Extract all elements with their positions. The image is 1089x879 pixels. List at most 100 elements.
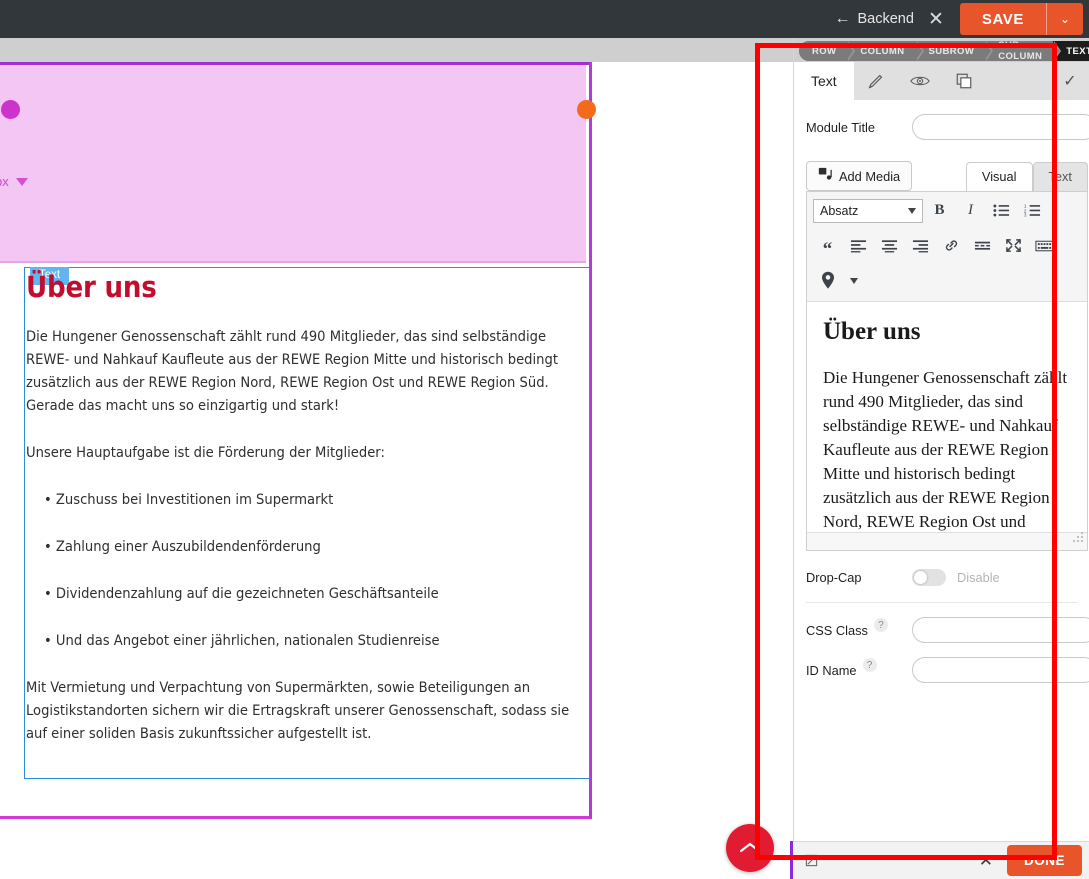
resize-icon[interactable] [800, 854, 822, 867]
editor-heading: Über uns [823, 318, 921, 345]
drop-cap-row: Drop-Cap Disable [794, 551, 1089, 586]
align-center-icon[interactable] [875, 232, 904, 259]
css-class-label-text: CSS Class [806, 622, 868, 638]
save-group: SAVE ⌄ [959, 3, 1083, 35]
admin-topbar: ← Backend ✕ SAVE ⌄ [0, 0, 1089, 38]
canvas-paragraph-3: Mit Vermietung und Verpachtung von Super… [26, 679, 570, 742]
id-name-label-text: ID Name [806, 662, 857, 678]
id-name-row: ID Name ? [794, 643, 1089, 683]
media-icon [818, 167, 833, 185]
page-canvas[interactable]: px Text Über uns Die Hungener Genossensc… [0, 38, 793, 879]
breadcrumb-item-subrow[interactable]: SUBROW [915, 41, 993, 61]
close-icon[interactable]: ✕ [979, 851, 993, 871]
pin-dropdown-caret[interactable] [844, 267, 864, 294]
panel-tab-strip: Text ✓ [794, 62, 1089, 100]
px-unit-label: px [0, 174, 9, 189]
bold-icon[interactable]: B [925, 197, 954, 224]
id-name-label: ID Name ? [806, 658, 912, 678]
module-title-label: Module Title [806, 119, 875, 135]
drop-cap-label: Drop-Cap [806, 570, 862, 585]
canvas-bottom-area [0, 841, 793, 879]
canvas-paragraph-2: Unsere Hauptaufgabe ist die Förderung de… [26, 444, 385, 461]
tab-text-mode[interactable]: Text [1032, 162, 1088, 191]
wysiwyg-editor[interactable]: Absatz B I 1 2 3 “ Über uns Die Hungener… [806, 191, 1088, 551]
pink-block-rule [0, 261, 586, 263]
scroll-to-top-button[interactable] [726, 824, 774, 872]
add-media-label: Add Media [839, 168, 901, 184]
format-select-value: Absatz [820, 203, 859, 218]
canvas-heading: Über uns [26, 270, 157, 304]
css-class-input[interactable] [912, 617, 1089, 643]
italic-icon[interactable]: I [956, 197, 985, 224]
editor-resize-grip-icon[interactable] [1072, 530, 1084, 548]
module-settings-panel: ROW COLUMN SUBROW SUB COLUMN TEXT Text [793, 38, 1089, 879]
module-title-row: Module Title [794, 100, 1089, 140]
keyboard-shortcuts-icon[interactable] [1030, 232, 1059, 259]
toggle-knob [914, 571, 927, 584]
module-title-input[interactable] [912, 114, 1089, 140]
confirm-check-icon[interactable]: ✓ [1050, 62, 1089, 100]
format-select[interactable]: Absatz [813, 198, 923, 223]
blockquote-icon[interactable]: “ [813, 228, 842, 263]
close-icon[interactable]: ✕ [928, 10, 944, 29]
editor-toolbar-row-2: “ [813, 228, 1081, 263]
editor-toolbar-row-3 [813, 267, 1081, 294]
backend-label: Backend [857, 11, 914, 27]
svg-text:3: 3 [1024, 213, 1027, 218]
id-name-input[interactable] [912, 657, 1089, 683]
canvas-body-text: Die Hungener Genossenschaft zählt rund 4… [26, 325, 578, 769]
panel-tab-spacer [986, 62, 1050, 100]
editor-content-area[interactable]: Über uns Die Hungener Genossenschaft zäh… [807, 302, 1087, 532]
list-item: Zuschuss bei Investitionen im Supermarkt [44, 488, 578, 511]
duplicate-icon[interactable] [942, 62, 986, 100]
back-arrow-icon: ← [834, 10, 851, 27]
canvas-paragraph-1: Die Hungener Genossenschaft zählt rund 4… [26, 328, 558, 414]
pink-spacer-block[interactable] [0, 65, 586, 261]
help-icon[interactable]: ? [862, 658, 877, 672]
breadcrumb-item-row[interactable]: ROW [799, 41, 856, 61]
drop-cap-state-label: Disable [957, 570, 1000, 585]
chevron-down-icon [15, 177, 28, 186]
chevron-down-icon [850, 277, 858, 284]
chevron-down-icon[interactable]: ⌄ [1046, 3, 1083, 35]
read-more-icon[interactable] [968, 232, 997, 259]
breadcrumb-item-column[interactable]: COLUMN [847, 41, 924, 61]
fullscreen-icon[interactable] [999, 232, 1028, 259]
help-icon[interactable]: ? [873, 618, 888, 632]
breadcrumb-pill: ROW COLUMN SUBROW SUB COLUMN TEXT [799, 41, 1089, 61]
list-item: Und das Angebot einer jährlichen, nation… [44, 629, 578, 652]
canvas-bullet-list: Zuschuss bei Investitionen im Supermarkt… [26, 488, 578, 652]
list-item: Zahlung einer Auszubildendenförderung [44, 535, 578, 558]
eye-icon[interactable] [898, 62, 942, 100]
editor-statusbar [807, 532, 1087, 550]
panel-body: Module Title Add Media Visual Text Absat… [794, 100, 1089, 841]
chevron-down-icon [908, 207, 916, 214]
resize-handle-left[interactable] [1, 100, 20, 119]
add-media-button[interactable]: Add Media [806, 161, 913, 191]
tab-visual[interactable]: Visual [965, 162, 1033, 191]
media-and-editor-tabs-row: Add Media Visual Text [794, 140, 1089, 191]
align-left-icon[interactable] [844, 232, 873, 259]
editor-mode-tabs: Visual Text [965, 162, 1088, 191]
backend-link[interactable]: ← Backend [834, 10, 914, 28]
css-class-label: CSS Class ? [806, 618, 912, 638]
brush-icon[interactable] [854, 62, 898, 100]
breadcrumb: ROW COLUMN SUBROW SUB COLUMN TEXT [794, 38, 1089, 62]
screen-root: ← Backend ✕ SAVE ⌄ px Text Über uns Die … [0, 0, 1089, 879]
tab-text[interactable]: Text [794, 62, 854, 100]
panel-bottom-bar: ✕ DONE [793, 841, 1089, 879]
breadcrumb-item-sub-column[interactable]: SUB COLUMN [985, 41, 1062, 61]
resize-handle-right[interactable] [577, 100, 596, 119]
editor-toolbar-row-1: Absatz B I 1 2 3 [813, 197, 1081, 224]
link-icon[interactable] [937, 232, 966, 259]
save-button[interactable]: SAVE [960, 3, 1046, 35]
numbered-list-icon[interactable]: 1 2 3 [1018, 197, 1047, 224]
drop-cap-toggle[interactable] [912, 569, 946, 586]
list-item: Dividendenzahlung auf die gezeichneten G… [44, 582, 578, 605]
location-pin-icon[interactable] [813, 267, 842, 294]
bullet-list-icon[interactable] [987, 197, 1016, 224]
done-button[interactable]: DONE [1006, 845, 1082, 876]
css-class-row: CSS Class ? [794, 603, 1089, 643]
px-unit-dropdown[interactable]: px [0, 174, 28, 189]
align-right-icon[interactable] [906, 232, 935, 259]
